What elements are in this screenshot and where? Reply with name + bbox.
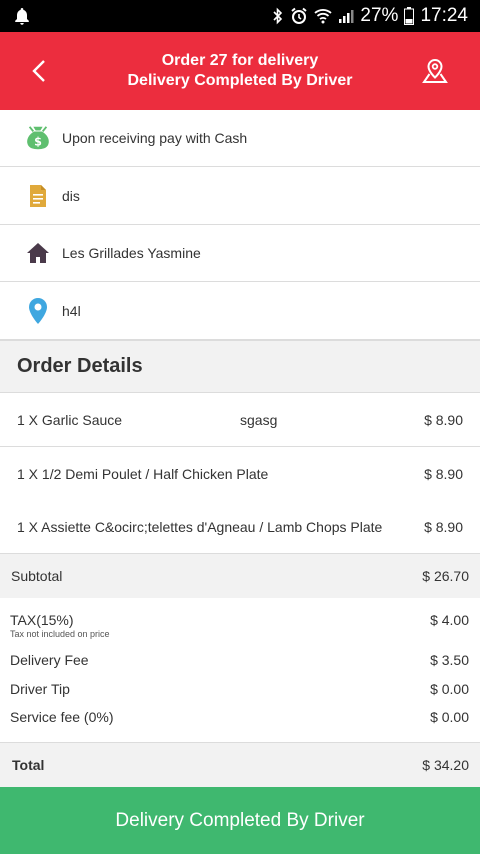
address-row: h4l bbox=[0, 282, 480, 340]
item-price: $ 8.90 bbox=[424, 465, 463, 482]
order-title: Order 27 for delivery bbox=[161, 52, 319, 69]
item-note: sgasg bbox=[240, 411, 278, 428]
item-price: $ 8.90 bbox=[424, 411, 463, 428]
battery-icon bbox=[404, 7, 415, 25]
map-pin-icon bbox=[422, 58, 448, 83]
driver-tip-value: $ 0.00 bbox=[430, 681, 469, 697]
driver-tip-label: Driver Tip bbox=[10, 681, 70, 697]
total-value: $ 34.20 bbox=[422, 757, 469, 773]
item-price: $ 8.90 bbox=[424, 518, 463, 535]
notes-row: dis bbox=[0, 167, 480, 225]
notification-bell-icon bbox=[14, 7, 30, 25]
restaurant-name: Les Grillades Yasmine bbox=[62, 245, 201, 261]
order-details-title: Order Details bbox=[0, 340, 480, 393]
tax-value: $ 4.00 bbox=[430, 612, 469, 628]
alarm-icon bbox=[290, 7, 308, 25]
map-button[interactable] bbox=[418, 54, 452, 88]
money-bag-icon: $ bbox=[24, 124, 52, 152]
chevron-left-icon bbox=[32, 60, 45, 82]
address-text: h4l bbox=[62, 302, 81, 319]
service-fee-value: $ 0.00 bbox=[430, 709, 469, 725]
subtotal-row: Subtotal $ 26.70 bbox=[0, 554, 480, 598]
order-item: 1 X Assiette C&ocirc;telettes d'Agneau /… bbox=[0, 500, 480, 554]
tax-row: TAX(15%) Tax not included on price $ 4.0… bbox=[0, 612, 480, 642]
bluetooth-icon bbox=[272, 7, 284, 25]
delivery-fee-label: Delivery Fee bbox=[10, 652, 89, 668]
service-fee-label: Service fee (0%) bbox=[10, 709, 114, 725]
total-row: Total $ 34.20 bbox=[0, 742, 480, 787]
app-header: Order 27 for delivery Delivery Completed… bbox=[0, 32, 480, 110]
document-icon bbox=[24, 182, 52, 210]
status-bar: 27% 17:24 bbox=[0, 0, 480, 32]
order-item: 1 X Garlic Sauce sgasg $ 8.90 bbox=[0, 393, 480, 447]
item-name: 1 X Garlic Sauce bbox=[17, 411, 123, 428]
order-status: Delivery Completed By Driver bbox=[127, 72, 353, 89]
tax-note: Tax not included on price bbox=[10, 629, 110, 639]
signal-icon bbox=[338, 8, 354, 24]
restaurant-row: Les Grillades Yasmine bbox=[0, 225, 480, 282]
page-title: Order 27 for delivery Delivery Completed… bbox=[128, 51, 353, 91]
subtotal-label: Subtotal bbox=[11, 568, 63, 584]
payment-method-text: Upon receiving pay with Cash bbox=[62, 130, 248, 146]
location-pin-icon bbox=[24, 297, 52, 325]
subtotal-value: $ 26.70 bbox=[422, 568, 469, 584]
svg-text:$: $ bbox=[34, 135, 42, 148]
wifi-icon bbox=[314, 8, 333, 24]
fees-section: TAX(15%) Tax not included on price $ 4.0… bbox=[0, 598, 480, 742]
back-button[interactable] bbox=[22, 54, 56, 88]
delivery-status-button[interactable]: Delivery Completed By Driver bbox=[0, 787, 480, 854]
delivery-fee-value: $ 3.50 bbox=[430, 652, 469, 668]
order-item: 1 X 1/2 Demi Poulet / Half Chicken Plate… bbox=[0, 447, 480, 501]
tax-label: TAX(15%) bbox=[10, 612, 74, 628]
total-label: Total bbox=[12, 757, 45, 773]
home-icon bbox=[24, 239, 52, 267]
item-name: 1 X 1/2 Demi Poulet / Half Chicken Plate bbox=[17, 465, 269, 482]
payment-row: $ Upon receiving pay with Cash bbox=[0, 110, 480, 167]
item-name: 1 X Assiette C&ocirc;telettes d'Agneau /… bbox=[17, 518, 383, 535]
order-note-text: dis bbox=[62, 187, 80, 204]
battery-level: 27% bbox=[360, 5, 399, 26]
clock: 17:24 bbox=[420, 5, 468, 26]
